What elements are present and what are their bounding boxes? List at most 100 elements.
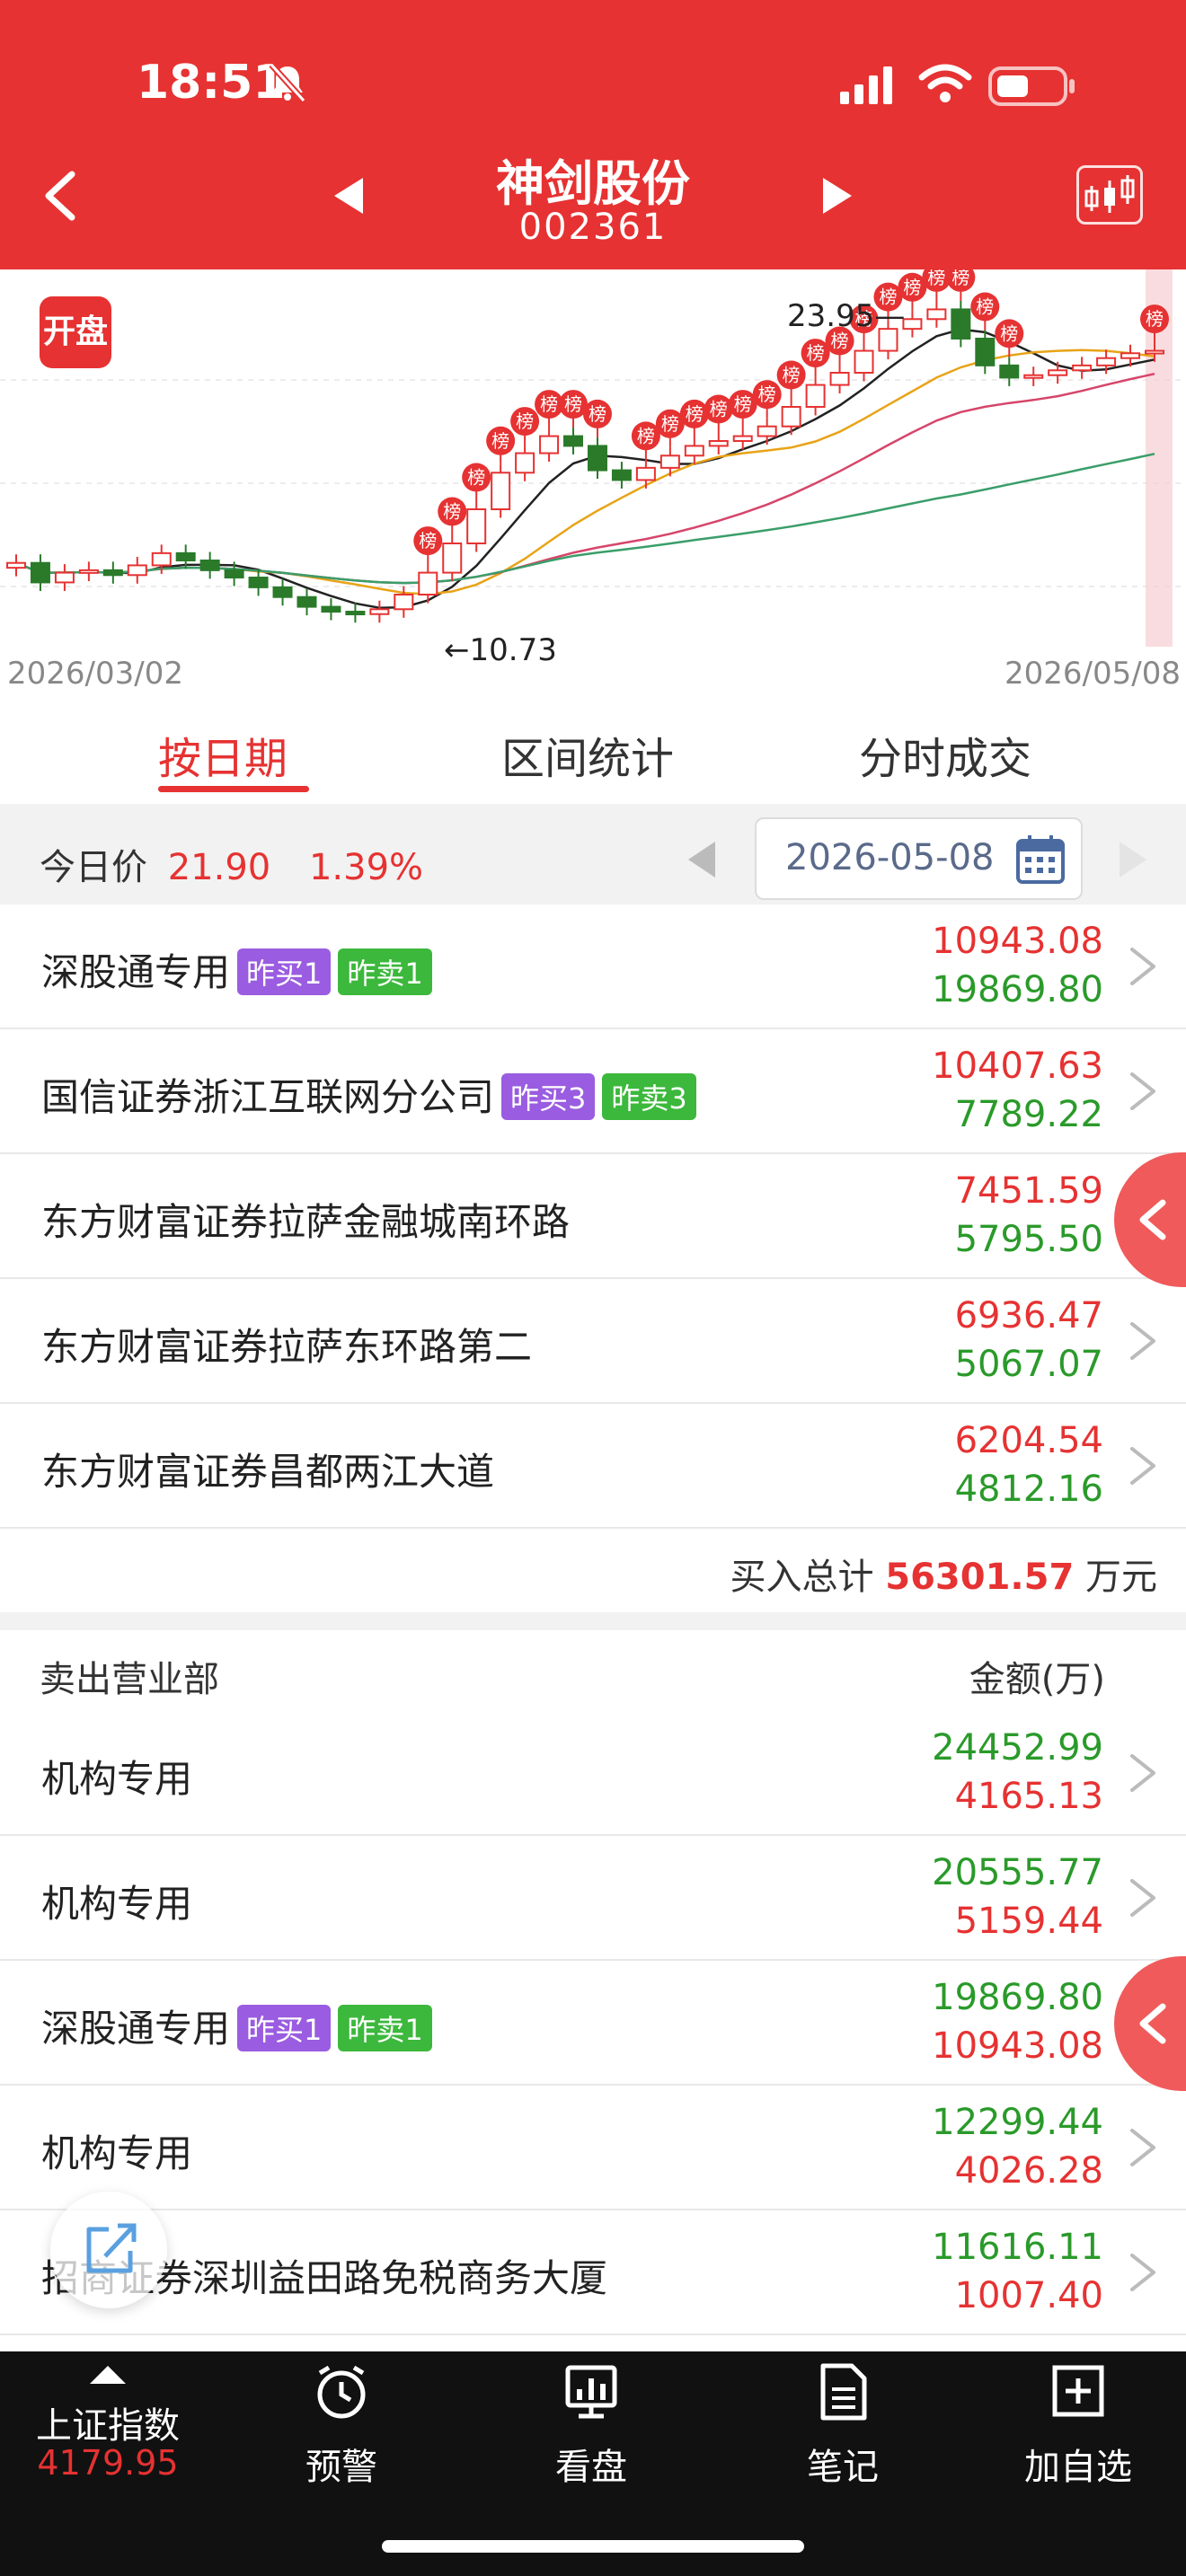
- history-badge: 昨买3: [501, 1072, 596, 1120]
- sell-amount: 19869.80: [932, 969, 1103, 1010]
- buy-broker-row[interactable]: 深股通专用 昨买1 昨卖1 10943.08 19869.80: [0, 904, 1186, 1029]
- tab-tick-trades[interactable]: 分时成交: [859, 723, 1031, 786]
- candle-body: [321, 605, 341, 613]
- buy-broker-row[interactable]: 国信证券浙江互联网分公司 昨买3 昨卖3 10407.63 7789.22: [0, 1029, 1186, 1154]
- buy-broker-row[interactable]: 东方财富证券拉萨东环路第二 6936.47 5067.07: [0, 1279, 1186, 1404]
- sell-broker-row[interactable]: 招商证券深圳益田路免税商务大厦 11616.11 1007.40: [0, 2210, 1186, 2335]
- broker-name-cell: 东方财富证券昌都两江大道: [41, 1442, 494, 1496]
- chevron-right-icon: [1130, 948, 1155, 985]
- broker-name: 机构专用: [41, 1757, 193, 1801]
- candle-body: [975, 338, 996, 366]
- sell-amount: 5067.07: [954, 1344, 1103, 1385]
- tab-range-stats[interactable]: 区间统计: [501, 723, 674, 786]
- buy-amount: 10407.63: [932, 1045, 1103, 1087]
- longhu-marker-label: 榜: [443, 501, 461, 523]
- nav-alert-label: 预警: [305, 2447, 377, 2488]
- buy-amount: 7451.59: [954, 1170, 1103, 1212]
- broker-name-cell: 机构专用: [41, 1749, 192, 1804]
- sell-broker-row[interactable]: 深股通专用 昨买1 昨卖1 19869.80 10943.08: [0, 1961, 1186, 2086]
- chevron-right-icon: [1130, 1754, 1155, 1792]
- prev-date-icon[interactable]: [686, 840, 717, 879]
- buy-broker-row[interactable]: 东方财富证券昌都两江大道 6204.54 4812.16: [0, 1404, 1186, 1529]
- floating-share-button[interactable]: [50, 2192, 167, 2308]
- high-price-label: 23.95—: [787, 298, 906, 334]
- candle-body: [1120, 352, 1141, 359]
- longhu-marker: 榜: [801, 339, 830, 377]
- sell-broker-row[interactable]: 机构专用 12299.44 4026.28: [0, 2086, 1186, 2210]
- nav-notes[interactable]: 笔记: [753, 2351, 933, 2504]
- history-badge: 昨买1: [237, 2004, 332, 2051]
- nav-add-watchlist[interactable]: 加自选: [988, 2351, 1168, 2504]
- candle-body: [466, 508, 487, 544]
- broker-name-cell: 深股通专用 昨买1 昨卖1: [41, 942, 432, 999]
- alarm-clock-icon: [317, 2365, 366, 2419]
- home-indicator: [382, 2540, 804, 2553]
- sell-amount: 5795.50: [954, 1219, 1103, 1260]
- date-value: 2026-05-08: [785, 837, 995, 878]
- candlestick-chart-icon: [1084, 175, 1135, 213]
- history-badge: 昨卖1: [338, 2004, 432, 2051]
- buy-amount: 4026.28: [954, 2150, 1103, 2192]
- kline-switch-button[interactable]: [1076, 165, 1143, 225]
- tab-by-date[interactable]: 按日期: [158, 723, 288, 786]
- buy-broker-row[interactable]: 东方财富证券拉萨金融城南环路 7451.59 5795.50: [0, 1154, 1186, 1279]
- candle-body: [926, 308, 947, 321]
- broker-name-cell: 东方财富证券拉萨东环路第二: [41, 1317, 532, 1372]
- nav-watch[interactable]: 看盘: [501, 2351, 681, 2504]
- history-badge: 昨卖1: [338, 948, 432, 995]
- low-price-label: ←10.73: [444, 632, 557, 668]
- date-picker[interactable]: 2026-05-08: [755, 817, 1083, 900]
- sell-broker-row[interactable]: 机构专用 20555.77 5159.44: [0, 1836, 1186, 1961]
- candle-body: [30, 561, 50, 584]
- status-time: 18:51: [137, 56, 286, 110]
- longhu-marker-label: 榜: [734, 393, 752, 415]
- candle-body: [345, 611, 366, 615]
- buy-total-row: 买入总计 56301.57 万元: [0, 1531, 1186, 1612]
- next-date-icon[interactable]: [1118, 840, 1148, 879]
- broker-name: 东方财富证券拉萨金融城南环路: [41, 1200, 571, 1244]
- longhu-marker-label: 榜: [783, 365, 801, 386]
- nav-alert[interactable]: 预警: [252, 2351, 431, 2504]
- candle-body: [951, 308, 971, 340]
- candle-body: [829, 372, 850, 386]
- buy-amount: 6936.47: [954, 1295, 1103, 1337]
- candle-body: [781, 406, 801, 428]
- share-edit-icon: [86, 2223, 137, 2273]
- longhu-marker: 榜: [922, 262, 951, 301]
- longhu-marker-label: 榜: [976, 296, 994, 318]
- broker-name: 机构专用: [41, 1882, 193, 1926]
- sell-broker-row[interactable]: 机构专用 24452.99 4165.13: [0, 1711, 1186, 1836]
- kline-svg: 榜榜榜榜榜榜榜榜榜榜榜榜榜榜榜榜榜榜榜榜榜榜榜榜榜: [0, 262, 1186, 647]
- candle-body: [369, 608, 390, 615]
- stock-code: 002361: [518, 207, 668, 248]
- open-badge: 开盘: [40, 296, 111, 368]
- wifi-icon: [918, 64, 972, 102]
- candle-body: [442, 543, 463, 574]
- candle-body: [902, 318, 923, 331]
- candle-body: [587, 445, 607, 472]
- kline-chart[interactable]: 榜榜榜榜榜榜榜榜榜榜榜榜榜榜榜榜榜榜榜榜榜榜榜榜榜 开盘 23.95— ←10.…: [0, 262, 1186, 696]
- buy-amount: 6204.54: [954, 1420, 1103, 1461]
- next-stock-icon[interactable]: [819, 176, 855, 216]
- longhu-marker: 榜: [970, 292, 1000, 331]
- longhu-marker: 榜: [704, 394, 733, 433]
- candle-body: [6, 561, 26, 569]
- candle-body: [515, 452, 535, 474]
- candle-body: [757, 425, 777, 437]
- nav-index[interactable]: 上证指数 4179.95: [18, 2351, 198, 2504]
- tab-underline: [158, 786, 309, 792]
- longhu-marker-label: 榜: [686, 403, 704, 425]
- longhu-marker-label: 榜: [419, 530, 437, 551]
- longhu-marker-label: 榜: [540, 393, 558, 415]
- longhu-marker: 榜: [995, 319, 1024, 357]
- longhu-marker-label: 榜: [951, 269, 969, 288]
- candle-body: [708, 440, 729, 447]
- candle-body: [611, 469, 632, 481]
- longhu-marker: 榜: [413, 526, 443, 565]
- chevron-right-icon: [1130, 2254, 1155, 2291]
- longhu-marker: 榜: [486, 426, 516, 464]
- candle-body: [418, 571, 438, 596]
- broker-name: 机构专用: [41, 2131, 193, 2175]
- sell-col-amount: 金额(万): [969, 1659, 1105, 1700]
- nav-watch-label: 看盘: [555, 2447, 627, 2488]
